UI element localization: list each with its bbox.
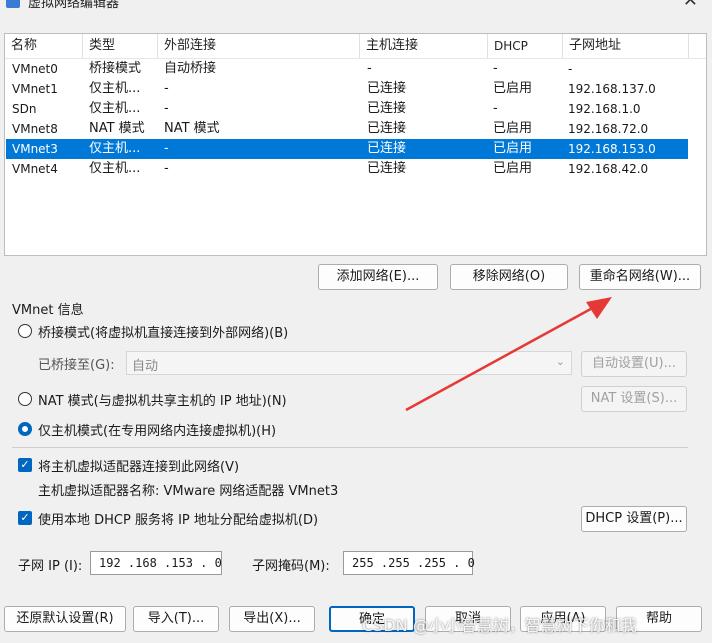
annotation-arrow-icon <box>405 297 612 412</box>
watermark: CSDN @小小智慧树，智慧树下你和我 <box>362 616 637 635</box>
